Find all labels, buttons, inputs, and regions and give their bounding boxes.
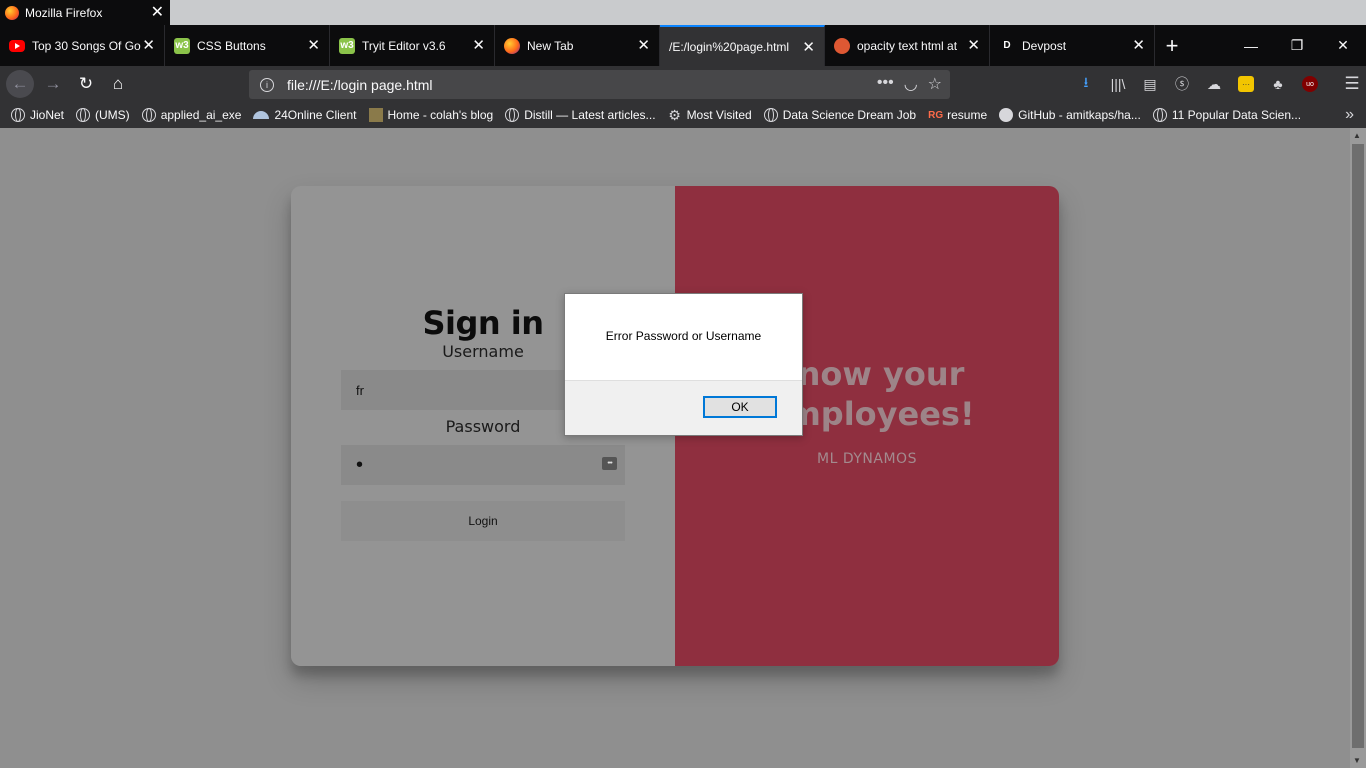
forward-arrow-icon[interactable]: → [39, 70, 67, 98]
minimize-button[interactable]: — [1228, 25, 1274, 66]
url-bar[interactable]: i file:///E:/login page.html ••• ◡ ☆ [249, 70, 950, 99]
password-input[interactable]: • ••• [341, 445, 625, 485]
vertical-scrollbar[interactable]: ▲ ▼ [1350, 128, 1366, 768]
extension-paw-icon[interactable]: ♣ [1262, 72, 1294, 96]
ublock-icon[interactable]: uo [1294, 72, 1326, 96]
bookmark-item[interactable]: Data Science Dream Job [763, 108, 916, 122]
globe-icon [76, 108, 91, 122]
scroll-up-icon[interactable]: ▲ [1353, 131, 1361, 140]
tab-css-buttons[interactable]: w3 CSS Buttons ✕ [165, 25, 330, 66]
restore-button[interactable]: ❐ [1274, 25, 1320, 66]
tab-strip: Top 30 Songs Of Go ✕ w3 CSS Buttons ✕ w3… [0, 25, 1366, 66]
bookmark-item[interactable]: JioNet [11, 108, 64, 122]
back-arrow-icon[interactable]: ← [6, 70, 34, 98]
bookmark-item[interactable]: ⚙ Most Visited [668, 106, 751, 123]
gear-icon: ⚙ [668, 106, 681, 123]
os-title-bar: Mozilla Firefox ✕ [0, 0, 1366, 25]
globe-icon [11, 108, 25, 122]
scrollbar-thumb[interactable] [1352, 144, 1364, 748]
url-text[interactable]: file:///E:/login page.html [287, 77, 433, 93]
tab-close-icon[interactable]: ✕ [967, 36, 980, 54]
w3schools-icon: w3 [174, 37, 190, 54]
password-value: • [356, 454, 364, 476]
tab-label: Devpost [1022, 38, 1067, 53]
home-icon[interactable]: ⌂ [104, 70, 132, 98]
globe-icon [1152, 108, 1167, 122]
toolbar-icons: ⭳ |||\ ▤ ⓢ ☁ ··· ♣ uo ☰ [1070, 72, 1366, 96]
globe-icon [505, 108, 520, 122]
tab-label: Top 30 Songs Of Go [32, 38, 141, 53]
bookmark-item[interactable]: 11 Popular Data Scien... [1152, 108, 1301, 122]
scroll-down-icon[interactable]: ▼ [1353, 756, 1361, 765]
tab-close-icon[interactable]: ✕ [802, 38, 815, 56]
tab-close-icon[interactable]: ✕ [637, 36, 650, 54]
firefox-icon [504, 37, 520, 54]
bookmark-item[interactable]: GitHub - amitkaps/ha... [999, 108, 1141, 122]
password-manager-icon[interactable]: ••• [602, 457, 617, 470]
bookmarks-overflow-icon[interactable]: » [1345, 106, 1354, 124]
bookmark-item[interactable]: RG resume [928, 108, 987, 122]
alert-dialog: Error Password or Username OK [564, 293, 803, 436]
alert-message: Error Password or Username [605, 329, 762, 343]
overlay-subtitle: ML DYNAMOS [817, 451, 917, 467]
title-close-icon[interactable]: ✕ [151, 2, 164, 22]
username-value: fr [356, 382, 364, 398]
tab-label: Tryit Editor v3.6 [362, 38, 446, 53]
alert-footer: OK [565, 380, 802, 435]
window-close-button[interactable]: ✕ [1320, 25, 1366, 66]
tab-close-icon[interactable]: ✕ [472, 36, 485, 54]
reload-icon[interactable]: ↻ [72, 70, 100, 98]
image-icon [368, 108, 383, 122]
tab-devpost[interactable]: D Devpost ✕ [990, 25, 1155, 66]
url-bar-actions: ••• ◡ ☆ [877, 74, 942, 94]
library-icon[interactable]: |||\ [1102, 72, 1134, 96]
bookmark-item[interactable]: applied_ai_exe [141, 108, 241, 122]
tab-close-icon[interactable]: ✕ [307, 36, 320, 54]
globe-icon [763, 108, 778, 122]
github-icon [999, 108, 1014, 122]
menu-icon[interactable]: ☰ [1336, 72, 1366, 96]
youtube-icon [9, 39, 25, 52]
extension-cloud-icon[interactable]: ☁ [1198, 72, 1230, 96]
cloud-icon [253, 111, 270, 119]
new-tab-button[interactable]: + [1155, 25, 1189, 66]
devpost-icon: D [999, 37, 1015, 54]
bookmark-item[interactable]: Distill — Latest articles... [505, 108, 656, 122]
bookmarks-toolbar: JioNet (UMS) applied_ai_exe 24Online Cli… [0, 102, 1366, 128]
bookmark-star-icon[interactable]: ☆ [928, 74, 942, 94]
tab-close-icon[interactable]: ✕ [142, 36, 155, 54]
sidebar-icon[interactable]: ▤ [1134, 72, 1166, 96]
download-icon[interactable]: ⭳ [1070, 72, 1102, 96]
tab-youtube[interactable]: Top 30 Songs Of Go ✕ [0, 25, 165, 66]
window-title-area[interactable]: Mozilla Firefox ✕ [0, 0, 170, 25]
globe-icon [141, 108, 156, 122]
bookmark-item[interactable]: (UMS) [76, 108, 130, 122]
login-button[interactable]: Login [341, 501, 625, 541]
tab-label: New Tab [527, 38, 574, 53]
tab-tryit-editor[interactable]: w3 Tryit Editor v3.6 ✕ [330, 25, 495, 66]
navigation-toolbar: ← → ↻ ⌂ i file:///E:/login page.html •••… [0, 66, 1366, 102]
firefox-logo-icon [5, 5, 19, 20]
page-actions-icon[interactable]: ••• [877, 74, 894, 94]
info-icon[interactable]: i [260, 77, 274, 92]
tab-label: opacity text html at [857, 38, 958, 53]
extension-icon[interactable]: ⓢ [1166, 72, 1198, 96]
tab-close-icon[interactable]: ✕ [1132, 36, 1145, 54]
bookmark-item[interactable]: Home - colah's blog [368, 108, 493, 122]
tab-login-page[interactable]: /E:/login%20page.html ✕ [660, 25, 825, 66]
pocket-icon[interactable]: ◡ [904, 74, 918, 94]
extension-yellow-icon[interactable]: ··· [1230, 72, 1262, 96]
tab-label: /E:/login%20page.html [669, 39, 790, 54]
w3schools-icon: w3 [339, 37, 355, 54]
ok-button[interactable]: OK [703, 396, 777, 418]
window-title: Mozilla Firefox [25, 5, 103, 20]
tab-new-tab[interactable]: New Tab ✕ [495, 25, 660, 66]
duckduckgo-icon [834, 37, 850, 54]
tab-label: CSS Buttons [197, 38, 266, 53]
bookmark-item[interactable]: 24Online Client [253, 108, 357, 122]
tab-opacity-text[interactable]: opacity text html at ✕ [825, 25, 990, 66]
researchgate-icon: RG [928, 109, 944, 121]
